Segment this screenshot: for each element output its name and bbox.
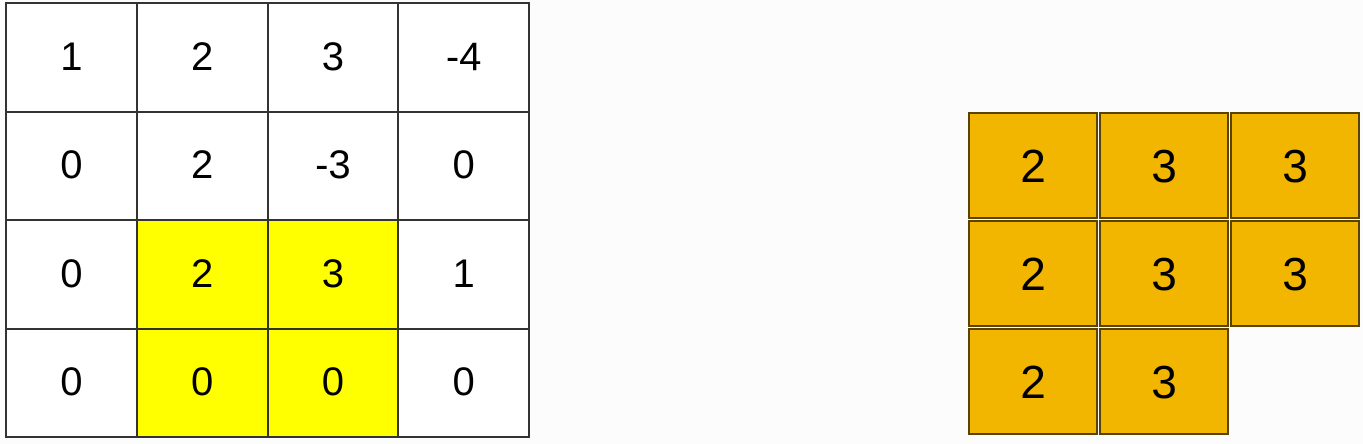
output-cell: 3: [1099, 220, 1229, 327]
matrix-row: 0 2 -3 0: [5, 110, 530, 221]
matrix-cell: -3: [266, 110, 400, 221]
matrix-row: 1 2 3 -4: [5, 2, 530, 113]
matrix-cell: 0: [5, 327, 138, 438]
matrix-row: 0 2 3 1: [5, 219, 530, 330]
diagram-canvas: 1 2 3 -4 0 2 -3 0 0 2 3 1 0 0 0 0 2 3 3 …: [0, 0, 1363, 444]
highlighted-cell: 0: [266, 327, 400, 438]
output-cell: 3: [1230, 220, 1360, 327]
matrix-cell: 3: [266, 2, 400, 113]
output-cell: 3: [1099, 328, 1229, 435]
input-matrix: 1 2 3 -4 0 2 -3 0 0 2 3 1 0 0 0 0: [5, 2, 530, 438]
matrix-row: 0 0 0 0: [5, 327, 530, 438]
output-cell: 2: [968, 112, 1098, 219]
matrix-cell: 1: [5, 2, 138, 113]
matrix-cell: 0: [397, 327, 530, 438]
matrix-cell: 2: [135, 110, 269, 221]
matrix-cell: 0: [5, 110, 138, 221]
highlighted-cell: 2: [135, 219, 269, 330]
matrix-cell: -4: [397, 2, 530, 113]
output-matrix: 2 3 3 2 3 3 2 3: [968, 112, 1363, 438]
highlighted-cell: 0: [135, 327, 269, 438]
output-cell: 3: [1230, 112, 1360, 219]
matrix-cell: 0: [397, 110, 530, 221]
matrix-cell: 1: [397, 219, 530, 330]
output-cell: 3: [1099, 112, 1229, 219]
output-cell: 2: [968, 328, 1098, 435]
highlighted-cell: 3: [266, 219, 400, 330]
matrix-cell: 0: [5, 219, 138, 330]
matrix-cell: 2: [135, 2, 269, 113]
output-cell: 2: [968, 220, 1098, 327]
